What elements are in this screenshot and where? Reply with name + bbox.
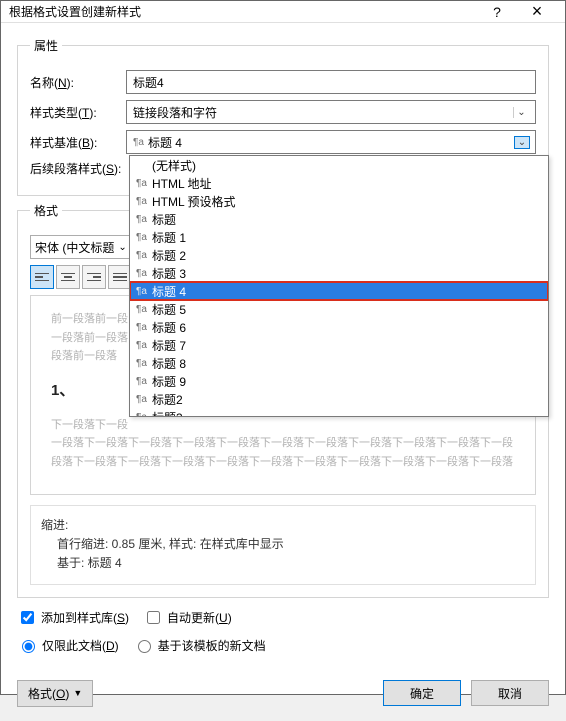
dropdown-item[interactable]: ¶a标题 1 bbox=[130, 228, 548, 246]
properties-legend: 属性 bbox=[30, 37, 62, 54]
options-row: 添加到样式库(S) 自动更新(U) bbox=[17, 608, 549, 627]
dropdown-item-label: 标题 1 bbox=[152, 229, 186, 246]
dropdown-item[interactable]: ¶aHTML 预设格式 bbox=[130, 192, 548, 210]
dropdown-item-label: (无样式) bbox=[152, 157, 196, 174]
dialog-title: 根据格式设置创建新样式 bbox=[9, 3, 477, 20]
preview-grey-text: 一段落下一段落下一段落下一段落下一段落下一段落下一段落下一段落下一段落下一段落下… bbox=[51, 434, 515, 453]
dialog-content: 属性 名称(N): 样式类型(T): 链接段落和字符 ⌄ 样式基准(B): ¶a… bbox=[1, 23, 565, 672]
dropdown-item[interactable]: ¶a标题3 bbox=[130, 408, 548, 417]
paragraph-icon: ¶a bbox=[136, 196, 152, 207]
create-style-dialog: 根据格式设置创建新样式 ? × 属性 名称(N): 样式类型(T): 链接段落和… bbox=[0, 0, 566, 695]
auto-update-checkbox[interactable]: 自动更新(U) bbox=[143, 608, 232, 627]
ok-button[interactable]: 确定 bbox=[383, 680, 461, 706]
paragraph-icon: ¶a bbox=[136, 232, 152, 243]
dropdown-item-label: 标题 9 bbox=[152, 373, 186, 390]
dropdown-item[interactable]: ¶a标题 5 bbox=[130, 300, 548, 318]
dropdown-item[interactable]: ¶a标题 9 bbox=[130, 372, 548, 390]
based-on-select[interactable]: ¶a 标题 4 ⌄ bbox=[126, 130, 536, 154]
format-menu-button[interactable]: 格式(O)▼ bbox=[17, 680, 93, 707]
scope-row: 仅限此文档(D) 基于该模板的新文档 bbox=[17, 637, 549, 654]
dropdown-item-label: 标题 8 bbox=[152, 355, 186, 372]
help-button[interactable]: ? bbox=[477, 4, 517, 20]
dropdown-item-label: HTML 地址 bbox=[152, 175, 212, 192]
dropdown-item[interactable]: ¶a标题 4 bbox=[130, 282, 548, 300]
dropdown-item[interactable]: ¶a标题 7 bbox=[130, 336, 548, 354]
paragraph-icon: ¶a bbox=[136, 178, 152, 189]
dropdown-item[interactable]: ¶a标题 6 bbox=[130, 318, 548, 336]
font-family-select[interactable]: 宋体 (中文标题⌄ bbox=[30, 235, 142, 259]
paragraph-icon: ¶a bbox=[136, 340, 152, 351]
style-description: 缩进: 首行缩进: 0.85 厘米, 样式: 在样式库中显示 基于: 标题 4 bbox=[30, 505, 536, 585]
paragraph-icon: ¶a bbox=[136, 250, 152, 261]
paragraph-icon: ¶a bbox=[133, 137, 144, 148]
align-left-button[interactable] bbox=[30, 265, 54, 289]
paragraph-icon: ¶a bbox=[136, 268, 152, 279]
dropdown-item-label: 标题 4 bbox=[152, 283, 186, 300]
dropdown-item[interactable]: ¶a标题 bbox=[130, 210, 548, 228]
align-right-button[interactable] bbox=[82, 265, 106, 289]
template-radio[interactable]: 基于该模板的新文档 bbox=[133, 637, 266, 654]
dropdown-item[interactable]: ¶aHTML 地址 bbox=[130, 174, 548, 192]
dropdown-item-label: 标题2 bbox=[152, 391, 183, 408]
paragraph-icon: ¶a bbox=[136, 304, 152, 315]
this-document-radio[interactable]: 仅限此文档(D) bbox=[17, 637, 119, 654]
dropdown-item[interactable]: ¶a标题 8 bbox=[130, 354, 548, 372]
name-label: 名称(N): bbox=[30, 74, 126, 91]
chevron-down-icon: ⌄ bbox=[514, 136, 530, 149]
dropdown-item-label: 标题 6 bbox=[152, 319, 186, 336]
paragraph-icon: ¶a bbox=[136, 394, 152, 405]
chevron-down-icon: ⌄ bbox=[513, 107, 529, 118]
preview-grey-text: 下一段落下一段 bbox=[51, 416, 515, 435]
dropdown-item[interactable]: ¶a(无样式) bbox=[130, 156, 548, 174]
dropdown-item-label: 标题3 bbox=[152, 409, 183, 418]
style-type-label: 样式类型(T): bbox=[30, 104, 126, 121]
formatting-legend: 格式 bbox=[30, 202, 62, 219]
name-input[interactable] bbox=[126, 70, 536, 94]
close-button[interactable]: × bbox=[517, 1, 557, 22]
based-on-label: 样式基准(B): bbox=[30, 134, 126, 151]
dropdown-item[interactable]: ¶a标题 3 bbox=[130, 264, 548, 282]
titlebar: 根据格式设置创建新样式 ? × bbox=[1, 1, 565, 23]
dropdown-item-label: 标题 3 bbox=[152, 265, 186, 282]
align-center-button[interactable] bbox=[56, 265, 80, 289]
paragraph-icon: ¶a bbox=[136, 358, 152, 369]
dropdown-item[interactable]: ¶a标题2 bbox=[130, 390, 548, 408]
dropdown-item-label: 标题 7 bbox=[152, 337, 186, 354]
paragraph-icon: ¶a bbox=[136, 322, 152, 333]
dropdown-item-label: 标题 5 bbox=[152, 301, 186, 318]
dropdown-item-label: HTML 预设格式 bbox=[152, 193, 236, 210]
paragraph-icon: ¶a bbox=[136, 286, 152, 297]
based-on-dropdown[interactable]: ¶a(无样式)¶aHTML 地址¶aHTML 预设格式¶a标题¶a标题 1¶a标… bbox=[129, 155, 549, 417]
preview-grey-text: 段落下一段落下一段落下一段落下一段落下一段落下一段落下一段落下一段落下一段落下一… bbox=[51, 453, 515, 472]
chevron-down-icon: ⌄ bbox=[118, 242, 126, 253]
dropdown-item-label: 标题 bbox=[152, 211, 176, 228]
style-type-select[interactable]: 链接段落和字符 ⌄ bbox=[126, 100, 536, 124]
paragraph-icon: ¶a bbox=[136, 214, 152, 225]
paragraph-icon: ¶a bbox=[136, 412, 152, 418]
dropdown-item[interactable]: ¶a标题 2 bbox=[130, 246, 548, 264]
paragraph-icon: ¶a bbox=[136, 376, 152, 387]
dropdown-item-label: 标题 2 bbox=[152, 247, 186, 264]
button-bar: 格式(O)▼ 确定 取消 bbox=[1, 672, 565, 721]
following-style-label: 后续段落样式(S): bbox=[30, 160, 126, 177]
cancel-button[interactable]: 取消 bbox=[471, 680, 549, 706]
add-to-gallery-checkbox[interactable]: 添加到样式库(S) bbox=[17, 608, 129, 627]
